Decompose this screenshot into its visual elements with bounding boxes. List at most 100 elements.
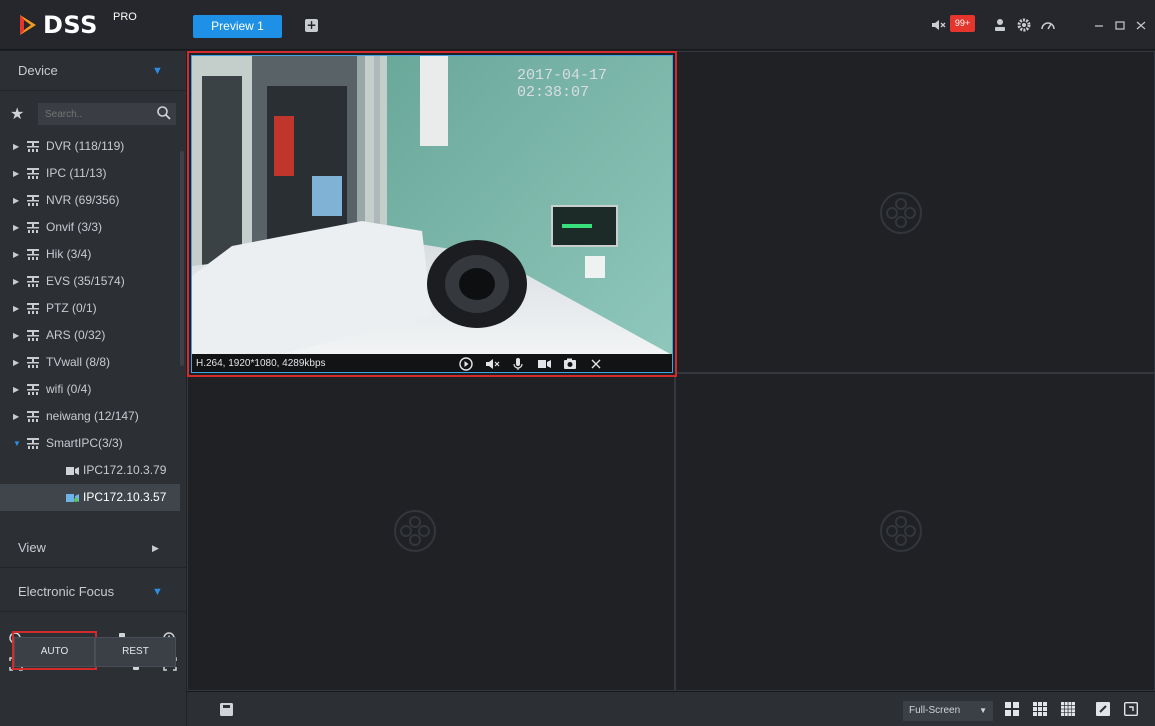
snapshot-icon[interactable] bbox=[562, 356, 578, 372]
bottom-toolbar: Full-Screen ▼ bbox=[187, 691, 1155, 726]
device-group-icon bbox=[27, 330, 39, 341]
layout-9-icon[interactable] bbox=[1033, 702, 1047, 716]
video-timestamp: 2017-04-17 02:38:07 bbox=[517, 67, 608, 101]
tree-node[interactable]: ▶ NVR (69/356) bbox=[0, 187, 180, 214]
tree-scrollbar[interactable] bbox=[180, 151, 184, 366]
tree-node[interactable]: ▶ IPC (11/13) bbox=[0, 160, 180, 187]
search-icon[interactable] bbox=[156, 105, 172, 121]
device-tree: ▶ DVR (118/119) ▶ IPC (11/13) ▶ NVR (69/… bbox=[0, 133, 186, 543]
film-reel-icon bbox=[880, 192, 922, 234]
add-tab-icon[interactable]: + bbox=[305, 19, 318, 32]
chevron-down-icon: ▼ bbox=[152, 65, 163, 77]
record-icon[interactable] bbox=[536, 356, 552, 372]
tree-node-label: EVS (35/1574) bbox=[46, 274, 125, 288]
expand-arrow-icon[interactable]: ▶ bbox=[13, 349, 19, 376]
tree-node-label: wifi (0/4) bbox=[46, 382, 92, 396]
video-window-4[interactable] bbox=[675, 373, 1155, 691]
camera-node-selected[interactable]: IPC172.10.3.57 bbox=[0, 484, 180, 511]
device-group-icon bbox=[27, 303, 39, 314]
custom-layout-icon[interactable] bbox=[1096, 702, 1110, 716]
tree-node-label: PTZ (0/1) bbox=[46, 301, 97, 315]
maximize-icon[interactable] bbox=[1113, 17, 1127, 33]
device-search-row: ★ bbox=[10, 103, 180, 125]
tab-preview-1[interactable]: Preview 1 bbox=[193, 15, 282, 38]
focus-section-header[interactable]: Electronic Focus ▼ bbox=[0, 572, 186, 612]
favorite-star-icon[interactable]: ★ bbox=[10, 103, 30, 125]
close-icon[interactable] bbox=[1134, 17, 1148, 33]
tree-node-label: ARS (0/32) bbox=[46, 328, 106, 342]
expand-arrow-icon[interactable]: ▶ bbox=[13, 403, 19, 430]
camera-icon bbox=[66, 467, 79, 475]
device-group-icon bbox=[27, 357, 39, 368]
tree-node[interactable]: ▶ TVwall (8/8) bbox=[0, 349, 180, 376]
video-window-3[interactable] bbox=[187, 373, 675, 691]
device-group-icon bbox=[27, 438, 39, 449]
user-icon[interactable] bbox=[992, 17, 1008, 33]
app-logo: DSS PRO bbox=[18, 10, 168, 40]
brand-suffix: PRO bbox=[113, 11, 137, 23]
close-video-icon[interactable] bbox=[588, 356, 604, 372]
device-group-icon bbox=[27, 384, 39, 395]
reset-focus-button[interactable]: REST bbox=[95, 637, 176, 667]
tree-node[interactable]: ▶ EVS (35/1574) bbox=[0, 268, 180, 295]
speed-gauge-icon[interactable] bbox=[1040, 17, 1056, 33]
expand-arrow-icon[interactable]: ▶ bbox=[13, 241, 19, 268]
device-section-header[interactable]: Device ▼ bbox=[0, 51, 186, 91]
device-group-icon bbox=[27, 249, 39, 260]
chevron-right-icon: ▶ bbox=[152, 543, 159, 553]
logo-mark-icon bbox=[20, 15, 36, 35]
expand-arrow-icon[interactable]: ▶ bbox=[13, 187, 19, 214]
expand-arrow-icon[interactable]: ▶ bbox=[13, 160, 19, 187]
live-video-feed[interactable]: 2017-04-17 02:38:07 H.264, 1920*1080, 42… bbox=[191, 55, 673, 373]
tree-node[interactable]: ▶ neiwang (12/147) bbox=[0, 403, 180, 430]
minimize-icon[interactable] bbox=[1092, 17, 1106, 33]
device-section-label: Device bbox=[18, 63, 58, 78]
layout-16-icon[interactable] bbox=[1061, 702, 1075, 716]
expand-arrow-icon[interactable]: ▶ bbox=[13, 322, 19, 349]
tree-node[interactable]: ▶ DVR (118/119) bbox=[0, 133, 180, 160]
camera-active-icon bbox=[66, 494, 79, 502]
expand-arrow-icon[interactable]: ▶ bbox=[13, 133, 19, 160]
focus-section-label: Electronic Focus bbox=[18, 584, 115, 599]
camera-node[interactable]: IPC172.10.3.79 bbox=[0, 457, 180, 484]
title-bar: DSS PRO Preview 1 + 99+ bbox=[0, 0, 1155, 50]
mute-icon[interactable] bbox=[484, 356, 500, 372]
camera-node-label: IPC172.10.3.57 bbox=[83, 490, 167, 504]
alarm-count-badge[interactable]: 99+ bbox=[950, 15, 975, 32]
auto-focus-button[interactable]: AUTO bbox=[14, 637, 95, 667]
expand-arrow-icon[interactable]: ▶ bbox=[13, 268, 19, 295]
view-section-label: View bbox=[18, 540, 46, 555]
device-group-icon bbox=[27, 222, 39, 233]
video-window-1-selected[interactable]: 2017-04-17 02:38:07 H.264, 1920*1080, 42… bbox=[187, 51, 677, 377]
collapse-arrow-icon[interactable]: ▼ bbox=[13, 430, 21, 457]
tree-node[interactable]: ▶ PTZ (0/1) bbox=[0, 295, 180, 322]
tree-node[interactable]: ▶ Onvif (3/3) bbox=[0, 214, 180, 241]
tree-node-label: IPC (11/13) bbox=[46, 166, 107, 180]
device-group-icon bbox=[27, 195, 39, 206]
sidebar: Device ▼ ★ ▶ DVR (118/119) ▶ IPC (11/13)… bbox=[0, 51, 186, 726]
save-icon[interactable] bbox=[220, 703, 233, 716]
video-window-2[interactable] bbox=[675, 51, 1155, 373]
brand-name: DSS bbox=[43, 11, 98, 39]
app-window: DSS PRO Preview 1 + 99+ Device ▼ ★ Searc… bbox=[0, 0, 1155, 726]
tree-node[interactable]: ▶ Hik (3/4) bbox=[0, 241, 180, 268]
view-section-header[interactable]: View ▶ bbox=[0, 528, 186, 568]
tree-node-label: Onvif (3/3) bbox=[46, 220, 103, 234]
fullscreen-select[interactable]: Full-Screen ▼ bbox=[903, 701, 993, 721]
expand-arrow-icon[interactable]: ▶ bbox=[13, 295, 19, 322]
tree-node[interactable]: ▼ SmartIPC(3/3) bbox=[0, 430, 180, 457]
tree-node-label: TVwall (8/8) bbox=[46, 355, 111, 369]
gear-icon[interactable] bbox=[1016, 17, 1032, 33]
expand-arrow-icon[interactable]: ▶ bbox=[13, 376, 19, 403]
play-icon[interactable] bbox=[458, 356, 474, 372]
tree-node[interactable]: ▶ ARS (0/32) bbox=[0, 322, 180, 349]
sound-mute-icon[interactable] bbox=[930, 17, 946, 33]
tree-node-label: SmartIPC(3/3) bbox=[46, 436, 123, 450]
device-group-icon bbox=[27, 141, 39, 152]
layout-4-icon[interactable] bbox=[1005, 702, 1019, 716]
expand-arrow-icon[interactable]: ▶ bbox=[13, 214, 19, 241]
device-group-icon bbox=[27, 276, 39, 287]
tree-node[interactable]: ▶ wifi (0/4) bbox=[0, 376, 180, 403]
microphone-icon[interactable] bbox=[510, 356, 526, 372]
window-fullscreen-icon[interactable] bbox=[1124, 702, 1138, 716]
